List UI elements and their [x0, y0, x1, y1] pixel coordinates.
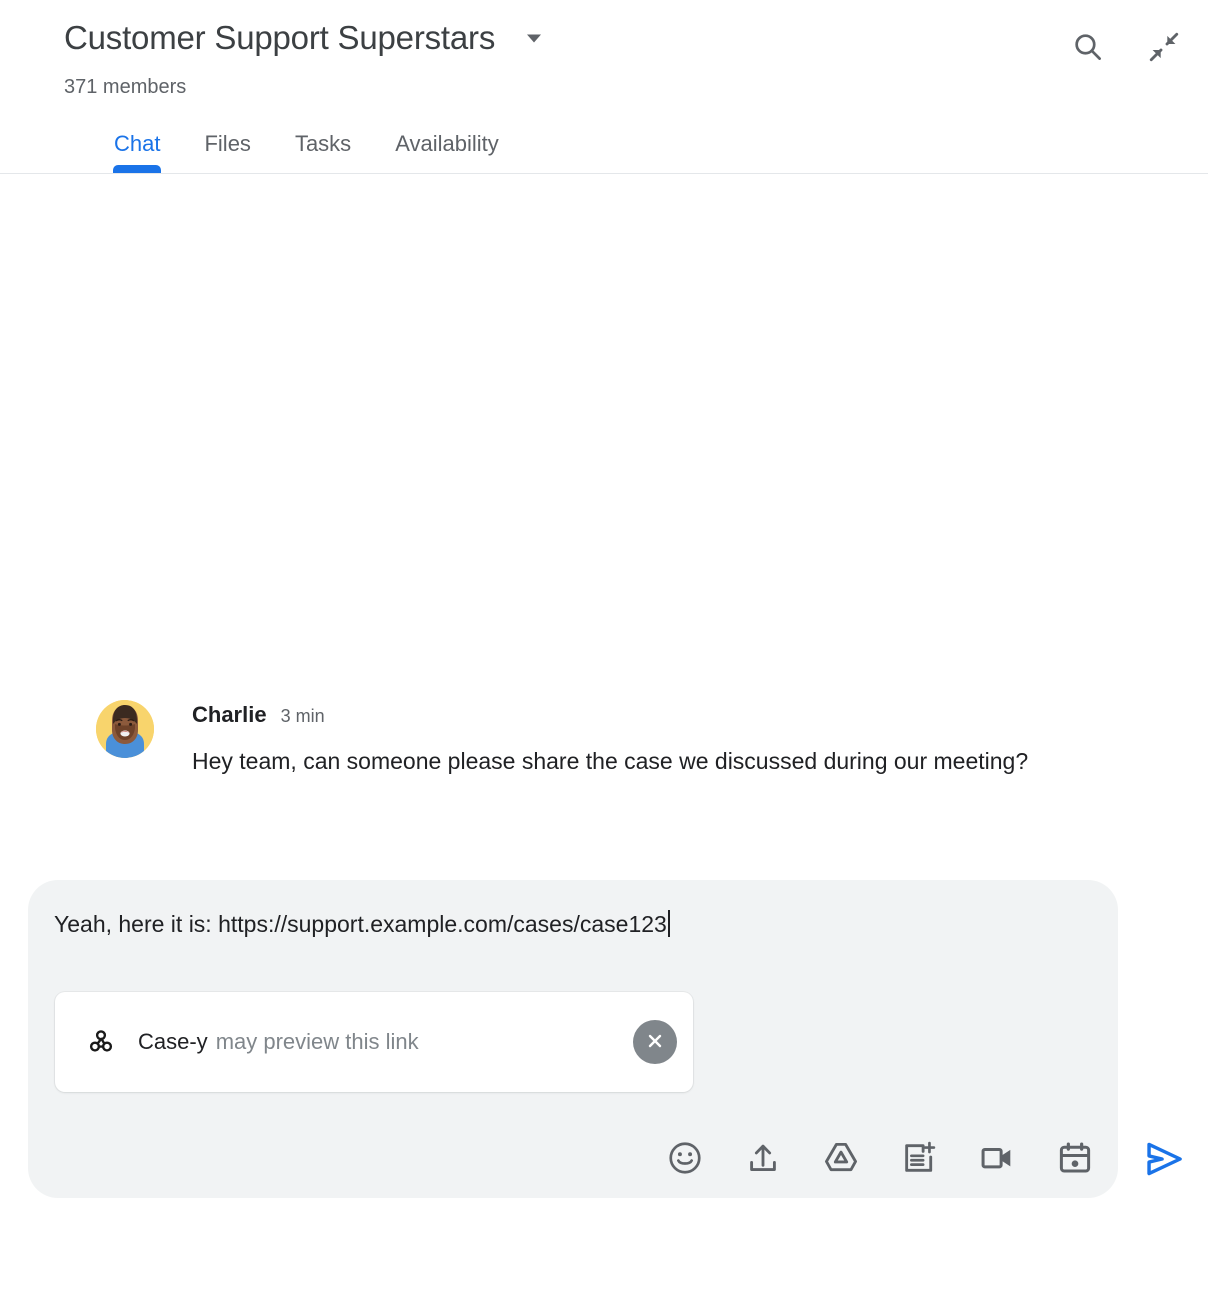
tab-availability[interactable]: Availability: [373, 118, 521, 174]
page-title: Customer Support Superstars: [64, 19, 496, 56]
tab-files-label: Files: [204, 131, 251, 156]
video-button[interactable]: [958, 1120, 1036, 1198]
video-icon: [978, 1139, 1016, 1180]
link-preview-chip[interactable]: Case-y may preview this link: [55, 992, 693, 1092]
message-header: Charlie 3 min: [192, 700, 1106, 730]
composer-toolbar: [28, 1120, 1118, 1198]
tab-chat[interactable]: Chat: [92, 118, 182, 174]
header-actions: [1064, 24, 1188, 72]
chip-app-name: Case-y: [138, 1029, 208, 1054]
message-text: Hey team, can someone please share the c…: [192, 748, 1029, 774]
collapse-icon: [1146, 29, 1182, 68]
space-title-row[interactable]: Customer Support Superstars: [64, 16, 547, 60]
send-button[interactable]: [1128, 1124, 1200, 1196]
space-header: Customer Support Superstars 371 members: [0, 0, 1208, 174]
space-tabs: Chat Files Tasks Availability: [0, 118, 1208, 174]
new-task-button[interactable]: [880, 1120, 958, 1198]
upload-icon: [744, 1139, 782, 1180]
avatar[interactable]: [96, 700, 154, 758]
message-item: Charlie 3 min Hey team, can someone plea…: [96, 700, 1106, 781]
message-list: Charlie 3 min Hey team, can someone plea…: [0, 174, 1208, 878]
message-timestamp: 3 min: [280, 706, 325, 726]
emoji-icon: [666, 1139, 704, 1180]
tab-tasks-label: Tasks: [294, 131, 352, 156]
member-count: 371 members: [64, 76, 187, 98]
tab-availability-label: Availability: [395, 131, 499, 156]
composer-input[interactable]: Yeah, here it is: https://support.exampl…: [54, 906, 1088, 942]
chip-close-button[interactable]: [633, 1020, 677, 1064]
message-author: Charlie: [192, 702, 267, 727]
text-cursor: [667, 910, 670, 937]
send-icon: [1141, 1136, 1187, 1185]
search-button[interactable]: [1064, 24, 1112, 72]
tab-files[interactable]: Files: [182, 118, 272, 174]
upload-button[interactable]: [724, 1120, 802, 1198]
message-body: Charlie 3 min Hey team, can someone plea…: [192, 700, 1106, 781]
calendar-button[interactable]: [1036, 1120, 1114, 1198]
tab-chat-label: Chat: [114, 131, 161, 156]
chevron-down-icon[interactable]: [521, 25, 547, 51]
search-icon: [1071, 30, 1105, 67]
chip-text: Case-y may preview this link: [138, 1016, 419, 1068]
collapse-button[interactable]: [1140, 24, 1188, 72]
webhook-icon: [83, 1024, 119, 1060]
drive-icon: [822, 1139, 860, 1180]
tab-tasks[interactable]: Tasks: [273, 118, 373, 174]
drive-button[interactable]: [802, 1120, 880, 1198]
chip-note: may preview this link: [215, 1029, 419, 1054]
new-task-icon: [900, 1139, 938, 1180]
message-composer[interactable]: Yeah, here it is: https://support.exampl…: [28, 880, 1118, 1198]
emoji-button[interactable]: [646, 1120, 724, 1198]
calendar-icon: [1056, 1139, 1094, 1180]
composer-input-value: Yeah, here it is: https://support.exampl…: [54, 911, 667, 937]
close-icon: [643, 1029, 667, 1056]
